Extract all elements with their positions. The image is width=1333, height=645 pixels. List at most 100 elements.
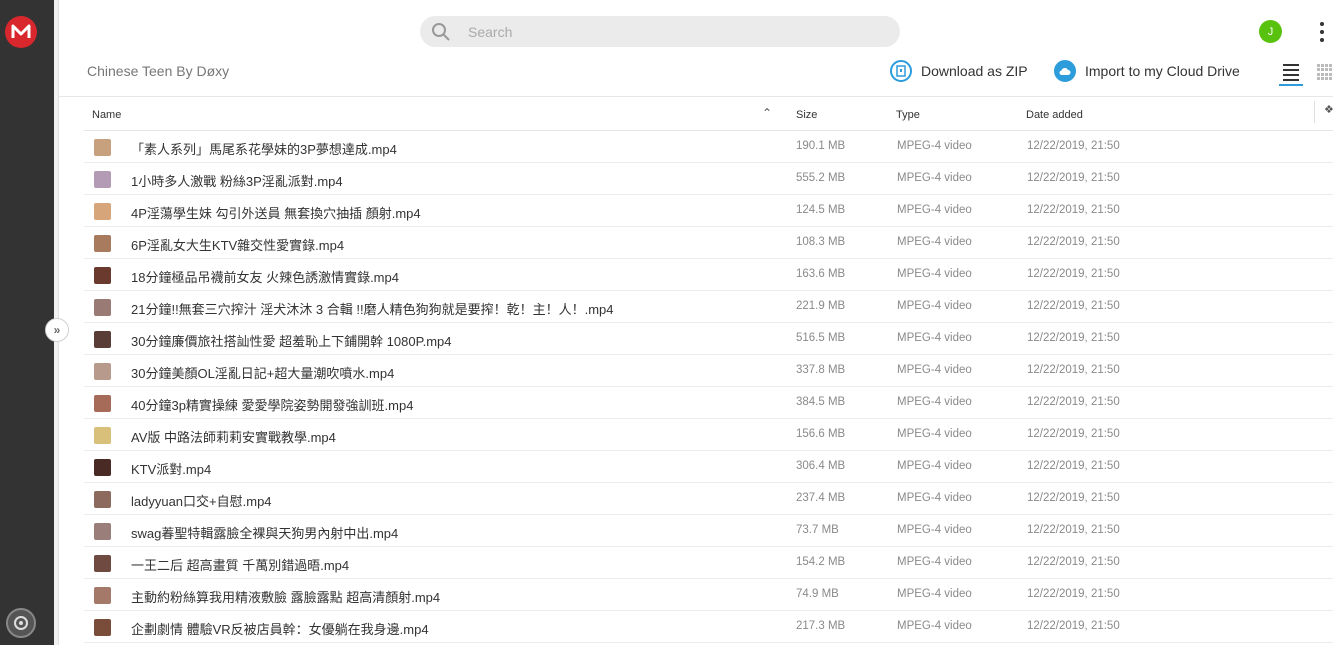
file-date: 12/22/2019, 21:50 [1027,204,1120,216]
file-date: 12/22/2019, 21:50 [1027,364,1120,376]
file-type: MPEG-4 video [897,140,972,152]
video-thumbnail-icon [94,171,111,188]
video-thumbnail-icon [94,523,111,540]
column-header-name[interactable]: Name [92,109,121,121]
mega-logo-icon[interactable] [5,16,37,48]
table-row[interactable]: ladyyuan口交+自慰.mp4 237.4 MB MPEG-4 video 12/… [84,483,1333,515]
file-type: MPEG-4 video [897,492,972,504]
file-size: 156.6 MB [796,428,846,440]
file-type: MPEG-4 video [897,620,972,632]
file-size: 337.8 MB [796,364,846,376]
download-zip-button[interactable]: Download as ZIP [890,60,1028,82]
file-name: 1小時多人激戰 粉絲3P淫亂派對.mp4 [131,174,343,189]
file-type: MPEG-4 video [897,236,972,248]
file-name: 「素人系列」馬尾系花學妹的3P夢想達成.mp4 [131,142,397,157]
file-date: 12/22/2019, 21:50 [1027,620,1120,632]
file-size: 73.7 MB [796,524,839,536]
video-thumbnail-icon [94,139,111,156]
file-type: MPEG-4 video [897,300,972,312]
expand-sidebar-button[interactable]: » [45,318,69,342]
column-header-size[interactable]: Size [796,109,817,121]
file-type: MPEG-4 video [897,268,972,280]
search-icon [430,21,452,43]
table-row[interactable]: 企劃劇情 體驗VR反被店員幹：女優躺在我身邊.mp4 217.3 MB MPEG-4… [84,611,1333,643]
file-size: 154.2 MB [796,556,846,568]
file-date: 12/22/2019, 21:50 [1027,492,1120,504]
table-row[interactable]: 18分鐘極品吊襪前女友 火辣色誘激情實錄.mp4 163.6 MB MPEG-4 v… [84,259,1333,291]
file-type: MPEG-4 video [897,460,972,472]
table-row[interactable]: 4P淫蕩學生妹 勾引外送員 無套換穴抽插 顏射.mp4 124.5 MB MPEG-… [84,195,1333,227]
file-date: 12/22/2019, 21:50 [1027,300,1120,312]
table-row[interactable]: 1小時多人激戰 粉絲3P淫亂派對.mp4 555.2 MB MPEG-4 video… [84,163,1333,195]
search-input[interactable] [468,23,848,40]
file-type: MPEG-4 video [897,396,972,408]
file-name: 18分鐘極品吊襪前女友 火辣色誘激情實錄.mp4 [131,270,399,285]
file-name: KTV派對.mp4 [131,462,212,477]
video-thumbnail-icon [94,299,111,316]
file-size: 124.5 MB [796,204,846,216]
table-row[interactable]: 30分鐘美顏OL淫亂日記+超大量潮吹噴水.mp4 337.8 MB MPEG-4 v… [84,355,1333,387]
file-type: MPEG-4 video [897,364,972,376]
folder-title: Chinese Teen By Døxy [87,63,230,79]
table-row[interactable]: 主動約粉絲算我用精液敷臉 露臉露點 超高清顏射.mp4 74.9 MB MPEG-4… [84,579,1333,611]
column-header-type[interactable]: Type [896,109,920,121]
file-date: 12/22/2019, 21:50 [1027,236,1120,248]
file-size: 384.5 MB [796,396,846,408]
file-name: ladyyuan口交+自慰.mp4 [131,494,272,509]
file-date: 12/22/2019, 21:50 [1027,332,1120,344]
table-row[interactable]: 21分鐘!!無套三穴搾汁 淫犬沐沐 3 合輯 !!磨人精色狗狗就是要搾！乾！主！… [84,291,1333,323]
more-menu-icon[interactable] [1315,22,1329,42]
file-date: 12/22/2019, 21:50 [1027,140,1120,152]
column-separator [1314,101,1315,123]
file-size: 74.9 MB [796,588,839,600]
file-type: MPEG-4 video [897,428,972,440]
file-size: 221.9 MB [796,300,846,312]
file-name: 6P淫亂女大生KTV雜交性愛實錄.mp4 [131,238,345,253]
file-date: 12/22/2019, 21:50 [1027,268,1120,280]
cloud-import-icon [1054,60,1076,82]
download-zip-label: Download as ZIP [921,63,1028,79]
table-row[interactable]: 一王二后 超高畫質 千萬別錯過晤.mp4 154.2 MB MPEG-4 video… [84,547,1333,579]
file-date: 12/22/2019, 21:50 [1027,428,1120,440]
file-type: MPEG-4 video [897,172,972,184]
search-bar[interactable] [420,16,900,47]
file-name: 30分鐘美顏OL淫亂日記+超大量潮吹噴水.mp4 [131,366,395,381]
grid-view-icon[interactable] [1317,64,1333,80]
transfer-manager-icon[interactable] [6,608,36,638]
file-size: 516.5 MB [796,332,846,344]
table-row[interactable]: KTV派對.mp4 306.4 MB MPEG-4 video 12/22/2019,… [84,451,1333,483]
file-name: swag萶聖特輯露臉全裸與天狗男內射中出.mp4 [131,526,399,541]
file-size: 108.3 MB [796,236,846,248]
import-cloud-button[interactable]: Import to my Cloud Drive [1054,60,1240,82]
zip-file-icon [890,60,912,82]
table-row[interactable]: 30分鐘廉價旅社搭訕性愛 超羞恥上下鋪開幹 1080P.mp4 516.5 MB M… [84,323,1333,355]
file-date: 12/22/2019, 21:50 [1027,588,1120,600]
column-header-date[interactable]: Date added [1026,109,1083,121]
import-cloud-label: Import to my Cloud Drive [1085,63,1240,79]
file-name: 21分鐘!!無套三穴搾汁 淫犬沐沐 3 合輯 !!磨人精色狗狗就是要搾！乾！主！… [131,302,614,317]
sort-ascending-icon[interactable]: ⌃ [762,106,772,120]
table-row[interactable]: 6P淫亂女大生KTV雜交性愛實錄.mp4 108.3 MB MPEG-4 video… [84,227,1333,259]
file-date: 12/22/2019, 21:50 [1027,172,1120,184]
file-size: 237.4 MB [796,492,846,504]
file-name: 40分鐘3p精實操練 愛愛學院姿勢開發強訓班.mp4 [131,398,414,413]
list-view-icon[interactable] [1279,60,1303,86]
avatar[interactable]: J [1259,20,1282,43]
table-row[interactable]: AV版 中路法師莉莉安實戰教學.mp4 156.6 MB MPEG-4 video 1… [84,419,1333,451]
file-name: 4P淫蕩學生妹 勾引外送員 無套換穴抽插 顏射.mp4 [131,206,421,221]
video-thumbnail-icon [94,267,111,284]
table-row[interactable]: swag萶聖特輯露臉全裸與天狗男內射中出.mp4 73.7 MB MPEG-4 vi… [84,515,1333,547]
table-row[interactable]: 40分鐘3p精實操練 愛愛學院姿勢開發強訓班.mp4 384.5 MB MPEG-4… [84,387,1333,419]
video-thumbnail-icon [94,555,111,572]
column-settings-icon[interactable]: ❖ [1324,103,1333,116]
video-thumbnail-icon [94,427,111,444]
video-thumbnail-icon [94,619,111,636]
table-row[interactable]: 「素人系列」馬尾系花學妹的3P夢想達成.mp4 190.1 MB MPEG-4 vi… [84,131,1333,163]
file-date: 12/22/2019, 21:50 [1027,396,1120,408]
file-size: 555.2 MB [796,172,846,184]
left-sidebar [0,0,54,645]
file-name: AV版 中路法師莉莉安實戰教學.mp4 [131,430,336,445]
video-thumbnail-icon [94,203,111,220]
file-list: 「素人系列」馬尾系花學妹的3P夢想達成.mp4 190.1 MB MPEG-4 vi… [84,131,1333,643]
file-type: MPEG-4 video [897,332,972,344]
